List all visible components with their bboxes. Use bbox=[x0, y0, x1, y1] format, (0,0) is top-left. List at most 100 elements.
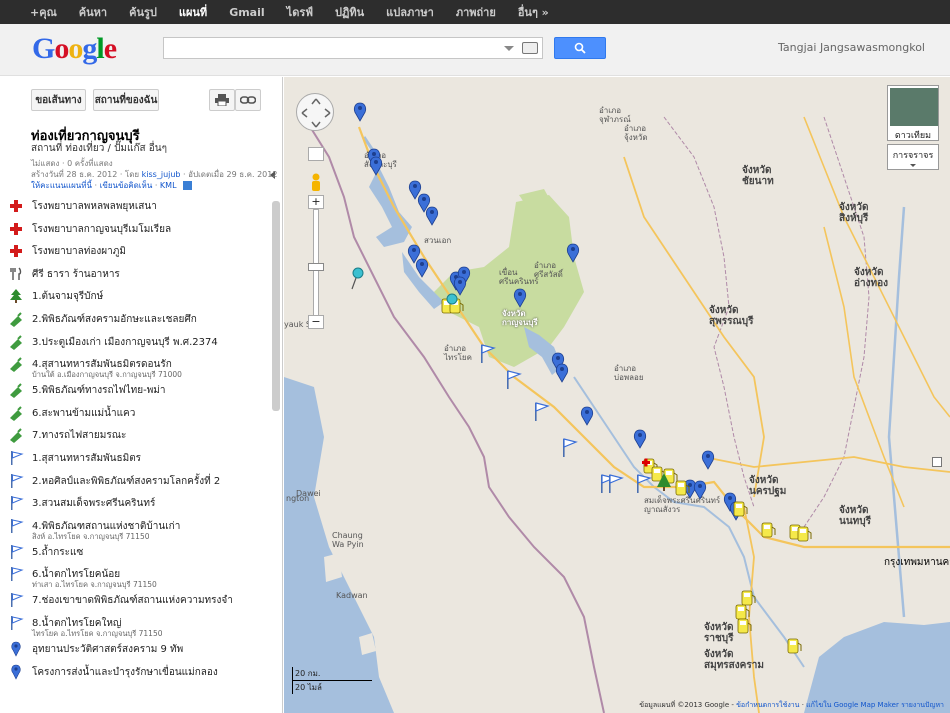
map-data-credit: ข้อมูลแผนที่ ©2013 Google - bbox=[639, 701, 734, 709]
place-name[interactable]: อุทยานประวัติศาสตร์สงคราม 9 ทัพ bbox=[32, 642, 183, 657]
place-address: บ้านใต้ อ.เมืองกาญจนบุรี จ.กาญจนบุรี 710… bbox=[32, 370, 182, 380]
traffic-toggle[interactable]: การจราจร bbox=[887, 144, 939, 170]
blue-pin-icon bbox=[8, 641, 24, 657]
flag-icon bbox=[8, 615, 24, 631]
blue-pin-icon bbox=[8, 664, 24, 680]
place-name[interactable]: 7.ช่องเขาขาดพิพิธภัณฑ์สถานแห่งความทรงจำ bbox=[32, 593, 233, 608]
kml-link[interactable]: KML bbox=[160, 181, 177, 190]
map-place-label: สมเด็จพระศรีนครินทร์ ญาณสังวร bbox=[644, 496, 721, 514]
map-place-label: Kadwan bbox=[336, 591, 368, 600]
place-address: สิงห์ อ.ไทรโยค จ.กาญจนบุรี 71150 bbox=[32, 531, 150, 541]
map-maker-link[interactable]: แก้ไขใน Google Map Maker bbox=[806, 701, 899, 709]
place-name[interactable]: 1.ต้นจามจุรีบักษ์ bbox=[32, 289, 103, 304]
hiker-icon bbox=[8, 427, 24, 444]
red-cross-icon bbox=[8, 243, 24, 259]
map-base bbox=[284, 77, 950, 713]
chevron-down-icon[interactable] bbox=[504, 46, 514, 51]
map-place-label: ngton bbox=[286, 494, 310, 503]
link-button[interactable] bbox=[235, 89, 261, 111]
place-name[interactable]: 5.ถ้ำกระแซ bbox=[32, 545, 83, 560]
map-place-label: จังหวัด อ่างทอง bbox=[854, 267, 888, 289]
street-view-button[interactable] bbox=[308, 147, 324, 161]
top-nav-item[interactable]: ภาพถ่าย bbox=[456, 3, 496, 21]
flag-icon bbox=[8, 592, 24, 608]
map-place-label: อำเภอ สังขละบุรี bbox=[364, 151, 397, 169]
my-places-button[interactable]: สถานที่ของฉัน bbox=[93, 89, 159, 111]
traffic-label: การจราจร bbox=[892, 151, 934, 161]
map-place-label: จังหวัด สมุทรสงคราม bbox=[704, 649, 764, 671]
top-nav-item[interactable]: แปลภาษา bbox=[386, 3, 434, 21]
satellite-toggle[interactable]: ดาวเทียม bbox=[887, 85, 939, 141]
place-name[interactable]: 2.หอศิลป์และพิพิธภัณฑ์สงครามโลกครั้งที่ … bbox=[32, 474, 220, 489]
search-input[interactable] bbox=[164, 38, 494, 58]
place-name[interactable]: โรงพยาบาลท่องผาภูมิ bbox=[32, 244, 126, 259]
scale-mi: 20 ไมล์ bbox=[292, 681, 344, 694]
keyboard-icon[interactable] bbox=[522, 42, 538, 54]
map-place-label: Chaung Wa Pyin bbox=[332, 531, 364, 549]
red-cross-icon bbox=[8, 221, 24, 237]
scale-km: 20 กม. bbox=[292, 667, 372, 681]
terms-link[interactable]: ข้อกำหนดการใช้งาน bbox=[736, 701, 799, 709]
hiker-icon bbox=[8, 405, 24, 421]
top-nav-item[interactable]: ค้นหา bbox=[79, 3, 107, 21]
user-account[interactable]: Tangjai Jangsawasmongkol bbox=[778, 41, 925, 54]
map-place-label: จังหวัด สิงห์บุรี bbox=[839, 202, 869, 224]
print-button[interactable] bbox=[209, 89, 235, 111]
map-canvas[interactable]: อำเภอ จุฬาภรณ์ อำเภอ จุ้งหวัด จังหวัด ชัยน… bbox=[284, 77, 950, 713]
place-name[interactable]: 1.สุสานทหารสัมพันธมิตร bbox=[32, 451, 141, 466]
top-nav-item[interactable]: +คุณ bbox=[30, 3, 57, 21]
place-name[interactable]: 3.สวนสมเด็จพระศรีนครินทร์ bbox=[32, 496, 155, 511]
top-nav-item[interactable]: แผนที่ bbox=[179, 3, 207, 21]
google-logo[interactable]: Google bbox=[32, 32, 117, 66]
top-nav-item[interactable]: ปฏิทิน bbox=[335, 3, 364, 21]
creator-link[interactable]: kiss_jujub bbox=[142, 170, 181, 179]
top-nav-item[interactable]: ไดรฟ์ bbox=[287, 3, 313, 21]
place-name[interactable]: 5.พิพิธภัณฑ์ทางรถไฟไทย-พม่า bbox=[32, 383, 166, 398]
map-place-label: อำเภอ ศรีสวัสดิ์ bbox=[534, 261, 563, 279]
place-name[interactable]: โครงการส่งน้ำและบำรุงรักษาเขื่อนแม่กลอง bbox=[32, 665, 218, 680]
search-box[interactable] bbox=[163, 37, 543, 59]
top-nav-item[interactable]: Gmail bbox=[229, 6, 264, 19]
place-name[interactable]: โรงพยาบาลพหลพลพยุหเสนา bbox=[32, 199, 157, 214]
sidebar: ขอเส้นทาง สถานที่ของฉัน ท่องเที่ยวกาญจนบ… bbox=[0, 77, 283, 713]
hiker-icon bbox=[8, 382, 24, 399]
map-place-label: จังหวัด กาญจนบุรี bbox=[502, 309, 538, 327]
map-zoom-marker[interactable] bbox=[932, 457, 942, 467]
scrollbar[interactable] bbox=[272, 201, 280, 411]
zoom-out-button[interactable]: − bbox=[308, 315, 324, 329]
flag-icon bbox=[8, 518, 24, 534]
place-name[interactable]: โรงพยาบาลกาญจนบุรีเมโมเรียล bbox=[32, 222, 171, 237]
top-nav-item[interactable]: ค้นรูป bbox=[129, 3, 157, 21]
zoom-in-button[interactable]: + bbox=[308, 195, 324, 209]
hiker-icon bbox=[8, 356, 24, 373]
place-address: ท่าเสา อ.ไทรโยค จ.กาญจนบุรี 71150 bbox=[32, 580, 157, 590]
rate-link[interactable]: ให้คะแนนแผนที่นี้ bbox=[31, 181, 92, 190]
place-name[interactable]: 6.สะพานข้ามแม่น้ำแคว bbox=[32, 406, 135, 421]
pegman-icon[interactable] bbox=[310, 173, 322, 195]
rss-icon[interactable] bbox=[183, 181, 193, 190]
printer-icon bbox=[215, 94, 229, 106]
map-place-label: สวนเอก bbox=[424, 236, 452, 245]
flag-icon bbox=[8, 473, 24, 489]
place-name[interactable]: 3.ประตูเมืองเก่า เมืองกาญจนบุรี พ.ศ.2374 bbox=[32, 335, 218, 350]
chevron-down-icon bbox=[910, 164, 916, 167]
search-button[interactable] bbox=[554, 37, 606, 59]
map-place-label: จังหวัด ราชบุรี bbox=[704, 622, 734, 644]
report-link[interactable]: รายงานปัญหา bbox=[901, 701, 944, 709]
pan-control[interactable] bbox=[296, 93, 334, 131]
map-place-label: อำเภอ บ่อพลอย bbox=[614, 364, 644, 382]
zoom-slider-handle[interactable] bbox=[308, 263, 324, 271]
fork-knife-icon bbox=[8, 266, 24, 282]
map-place-label: จังหวัด สุพรรณบุรี bbox=[709, 305, 754, 327]
top-nav-item[interactable]: อื่นๆ » bbox=[518, 3, 549, 21]
scale-bar: 20 กม. 20 ไมล์ bbox=[292, 667, 372, 694]
directions-button[interactable]: ขอเส้นทาง bbox=[31, 89, 86, 111]
hiker-icon bbox=[8, 311, 24, 327]
place-name[interactable]: 7.ทางรถไฟสายมรณะ bbox=[32, 428, 126, 443]
comment-link[interactable]: เขียนข้อคิดเห็น bbox=[100, 181, 153, 190]
header: Google Tangjai Jangsawasmongkol bbox=[0, 24, 950, 76]
map-place-label: กรุงเทพมหานคร bbox=[884, 557, 950, 568]
place-name[interactable]: ศีรี ธารา ร้านอาหาร bbox=[32, 267, 120, 282]
place-name[interactable]: 2.พิพิธภัณฑ์สงครามอักษะและเชลยศึก bbox=[32, 312, 197, 327]
tree-icon bbox=[8, 288, 24, 304]
